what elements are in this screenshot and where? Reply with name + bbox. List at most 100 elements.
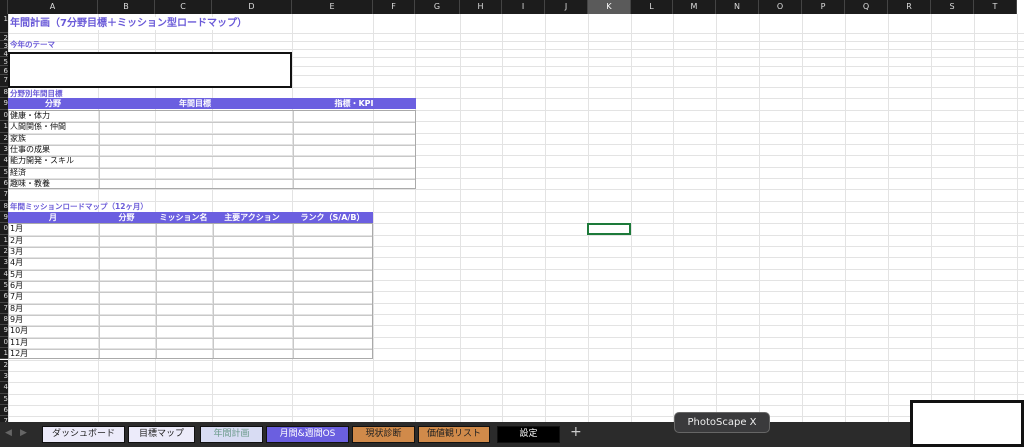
roadmap-header-cell: ミッション名 <box>159 212 208 222</box>
sheet-tab-2[interactable]: 年間計画 <box>200 426 263 443</box>
roadmap-month-label[interactable]: 3月 <box>10 246 23 257</box>
app-tooltip: PhotoScape X <box>674 412 770 433</box>
roadmap-month-label[interactable]: 9月 <box>10 314 23 325</box>
roadmap-month-label[interactable]: 10月 <box>10 325 28 336</box>
column-header-H[interactable]: H <box>460 0 502 14</box>
row-header[interactable]: 5 <box>0 393 8 405</box>
select-all-corner[interactable] <box>0 0 8 14</box>
row-header[interactable]: 4 <box>0 382 8 394</box>
roadmap-month-label[interactable]: 2月 <box>10 235 23 246</box>
column-header-S[interactable]: S <box>931 0 974 14</box>
row-header[interactable]: 4 <box>0 155 8 167</box>
goals-row-label[interactable]: 経済 <box>10 167 26 178</box>
row-header[interactable]: 8 <box>0 87 8 98</box>
row-header[interactable]: 5 <box>0 166 8 178</box>
roadmap-month-label[interactable]: 11月 <box>10 337 28 348</box>
row-header[interactable]: 8 <box>0 314 8 326</box>
row-header[interactable]: 2 <box>0 246 8 258</box>
column-header-C[interactable]: C <box>155 0 212 14</box>
roadmap-month-label[interactable]: 12月 <box>10 348 28 359</box>
row-header[interactable]: 1 <box>0 234 8 246</box>
row-gridline <box>8 404 1024 406</box>
spreadsheet-grid[interactable]: ABCDEFGHIJKLMNOPQRST12345678901234567890… <box>0 0 1024 422</box>
scroll-left-icon[interactable]: ◀ <box>5 428 12 438</box>
row-header[interactable]: 3 <box>0 143 8 156</box>
sheet-tab-4[interactable]: 現状診断 <box>352 426 415 443</box>
row-header[interactable]: 7 <box>0 75 8 87</box>
goals-row-label[interactable]: 健康・体力 <box>10 110 50 121</box>
sheet-tab-5[interactable]: 価値観リスト <box>418 426 490 443</box>
row-header[interactable]: 1 <box>0 14 8 33</box>
roadmap-table <box>8 223 373 360</box>
row-header[interactable]: 6 <box>0 404 8 417</box>
row-header[interactable]: 6 <box>0 66 8 75</box>
goals-row-label[interactable]: 仕事の成果 <box>10 144 50 155</box>
row-header[interactable]: 0 <box>0 110 8 121</box>
roadmap-month-label[interactable]: 4月 <box>10 257 23 268</box>
row-header[interactable]: 5 <box>0 280 8 292</box>
roadmap-month-label[interactable]: 5月 <box>10 269 23 280</box>
theme-input-box[interactable] <box>8 52 292 88</box>
column-header-G[interactable]: G <box>415 0 460 14</box>
goals-row-label[interactable]: 能力開発・スキル <box>10 155 74 166</box>
sheet-tab-1[interactable]: 目標マップ <box>128 426 195 443</box>
row-header[interactable]: 1 <box>0 121 8 133</box>
selected-cell[interactable] <box>587 223 631 235</box>
add-sheet-button[interactable]: + <box>570 424 582 440</box>
row-gridline <box>8 382 1024 384</box>
sheet-tab-3[interactable]: 月間&週間OS <box>266 426 349 443</box>
column-header-P[interactable]: P <box>802 0 845 14</box>
column-header-B[interactable]: B <box>98 0 155 14</box>
column-header-K[interactable]: K <box>588 0 631 14</box>
row-header[interactable]: 7 <box>0 302 8 315</box>
screenshot-thumbnail[interactable] <box>910 400 1024 447</box>
goals-row-label[interactable]: 家族 <box>10 133 26 144</box>
row-header[interactable]: 9 <box>0 325 8 337</box>
column-header-F[interactable]: F <box>373 0 415 14</box>
column-gridline <box>716 14 717 422</box>
row-header[interactable]: 0 <box>0 223 8 235</box>
column-header-Q[interactable]: Q <box>845 0 888 14</box>
row-header[interactable]: 2 <box>0 359 8 371</box>
row-header[interactable]: 3 <box>0 41 8 49</box>
roadmap-month-label[interactable]: 7月 <box>10 291 23 302</box>
column-header-I[interactable]: I <box>502 0 545 14</box>
row-header[interactable]: 4 <box>0 49 8 57</box>
scroll-right-icon[interactable]: ▶ <box>20 428 27 438</box>
goals-row-label[interactable]: 人間関係・仲間 <box>10 121 66 132</box>
row-header[interactable]: 7 <box>0 189 8 201</box>
row-header[interactable]: 2 <box>0 132 8 144</box>
column-header-O[interactable]: O <box>759 0 802 14</box>
column-gridline <box>931 14 932 422</box>
row-header[interactable]: 0 <box>0 336 8 349</box>
row-header[interactable]: 6 <box>0 291 8 303</box>
row-header[interactable]: 4 <box>0 268 8 281</box>
roadmap-header-cell: 分野 <box>118 212 135 222</box>
sheet-tab-0[interactable]: ダッシュボード <box>42 426 125 443</box>
roadmap-month-label[interactable]: 8月 <box>10 303 23 314</box>
roadmap-month-label[interactable]: 6月 <box>10 280 23 291</box>
row-gridline <box>8 370 1024 372</box>
column-header-T[interactable]: T <box>974 0 1017 14</box>
column-header-A[interactable]: A <box>8 0 98 14</box>
column-gridline <box>631 14 632 422</box>
roadmap-month-label[interactable]: 1月 <box>10 223 23 234</box>
column-header-L[interactable]: L <box>631 0 673 14</box>
row-header[interactable]: 9 <box>0 211 8 224</box>
column-header-N[interactable]: N <box>716 0 759 14</box>
column-header-M[interactable]: M <box>673 0 716 14</box>
sheet-tab-6[interactable]: 設定 <box>497 426 560 443</box>
row-header[interactable]: 1 <box>0 348 8 360</box>
row-header[interactable]: 3 <box>0 257 8 269</box>
row-header[interactable]: 3 <box>0 370 8 383</box>
column-header-R[interactable]: R <box>888 0 931 14</box>
column-header-D[interactable]: D <box>212 0 292 14</box>
row-header[interactable]: 6 <box>0 177 8 190</box>
goals-row-label[interactable]: 趣味・教養 <box>10 178 50 189</box>
column-header-E[interactable]: E <box>292 0 373 14</box>
row-header[interactable]: 2 <box>0 33 8 41</box>
column-header-J[interactable]: J <box>545 0 588 14</box>
row-header[interactable]: 9 <box>0 98 8 110</box>
row-header[interactable]: 8 <box>0 200 8 212</box>
row-header[interactable]: 5 <box>0 57 8 66</box>
